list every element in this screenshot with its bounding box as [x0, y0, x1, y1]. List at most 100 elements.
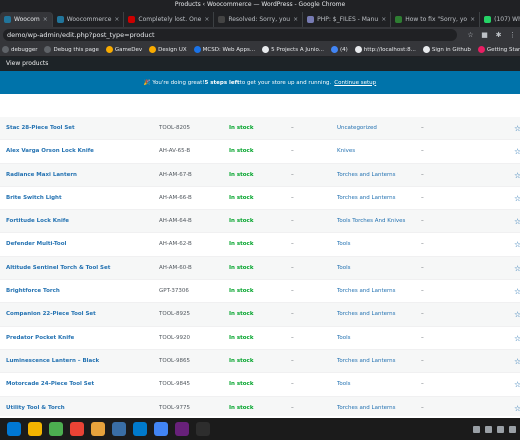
- stock-status: In stock: [229, 171, 254, 178]
- product-name-link[interactable]: Predator Pocket Knife: [6, 327, 74, 350]
- visual-studio-icon[interactable]: [175, 422, 189, 436]
- product-name-link[interactable]: Radiance Maxi Lantern: [6, 164, 77, 187]
- featured-star-icon[interactable]: ☆: [514, 187, 520, 210]
- folder-icon[interactable]: [91, 422, 105, 436]
- stock-status: In stock: [229, 404, 254, 411]
- product-category-link[interactable]: Tools: [337, 373, 351, 396]
- product-name-link[interactable]: Companion 22-Piece Tool Set: [6, 303, 96, 326]
- product-sku: TOOL-8205: [159, 125, 190, 131]
- product-name-link[interactable]: Motorcade 24-Piece Tool Set: [6, 373, 94, 396]
- product-name-link[interactable]: Defender Multi-Tool: [6, 233, 66, 256]
- file-explorer-icon[interactable]: [28, 422, 42, 436]
- bookmark-item[interactable]: MCSD: Web Apps...: [193, 46, 256, 53]
- setup-notice: 🎉 You're doing great! 5 steps left to ge…: [0, 71, 520, 94]
- continue-setup-link[interactable]: Continue setup: [334, 80, 376, 86]
- product-name-link[interactable]: Luminescence Lantern – Black: [6, 350, 99, 373]
- featured-star-icon[interactable]: ☆: [514, 210, 520, 233]
- volume-icon[interactable]: [485, 425, 492, 433]
- view-products-link[interactable]: View products: [6, 60, 48, 67]
- bookmark-item[interactable]: debugger: [2, 46, 37, 53]
- notification-icon[interactable]: [509, 425, 516, 433]
- product-name-link[interactable]: Alex Varga Orson Lock Knife: [6, 140, 94, 163]
- bookmarks-bar: debugger Debug this page GameDev Design UX M…: [0, 43, 520, 57]
- table-row: Motorcade 24-Piece Tool Set TOOL-9845 In s…: [0, 373, 520, 397]
- product-category-link[interactable]: Torches and Lanterns: [337, 303, 396, 326]
- url-field[interactable]: demo/wp-admin/edit.php?post_type=product: [3, 29, 457, 41]
- browser-tab[interactable]: How to fix "Sorry, yo ×: [391, 12, 481, 27]
- bookmark-icon: [193, 46, 201, 53]
- featured-star-icon[interactable]: ☆: [514, 397, 520, 416]
- app-icon-2[interactable]: [154, 422, 168, 436]
- product-category-link[interactable]: Torches and Lanterns: [337, 397, 396, 416]
- product-category-link[interactable]: Tools: [337, 327, 351, 350]
- terminal-icon[interactable]: [196, 422, 210, 436]
- product-list: Stac 28-Piece Tool Set TOOL-8205 In stock –…: [0, 117, 520, 416]
- product-category-link[interactable]: Tools Torches And Knives: [337, 210, 405, 233]
- featured-star-icon[interactable]: ☆: [514, 164, 520, 187]
- browser-tab[interactable]: Resolved: Sorry, you ×: [214, 12, 304, 27]
- bookmark-star-icon[interactable]: ☆: [466, 31, 475, 40]
- chrome-icon-2[interactable]: [70, 422, 84, 436]
- featured-star-icon[interactable]: ☆: [514, 373, 520, 396]
- tab-close-icon[interactable]: ×: [43, 16, 48, 23]
- product-category-link[interactable]: Torches and Lanterns: [337, 187, 396, 210]
- featured-star-icon[interactable]: ☆: [514, 327, 520, 350]
- product-category-link[interactable]: Torches and Lanterns: [337, 164, 396, 187]
- chrome-icon[interactable]: [49, 422, 63, 436]
- product-tags: –: [421, 148, 424, 155]
- bookmark-item[interactable]: 5 Projects A Junio...: [262, 46, 324, 53]
- product-name-link[interactable]: Brite Switch Light: [6, 187, 62, 210]
- extension-icon[interactable]: ■: [480, 31, 489, 40]
- app-icon[interactable]: [112, 422, 126, 436]
- product-category-link[interactable]: Torches and Lanterns: [337, 280, 396, 303]
- product-category-link[interactable]: Knives: [337, 140, 355, 163]
- bookmark-item[interactable]: (4): [330, 46, 348, 53]
- product-name-link[interactable]: Utility Tool & Torch: [6, 397, 65, 416]
- featured-star-icon[interactable]: ☆: [514, 303, 520, 326]
- bookmark-item[interactable]: GameDev: [105, 46, 142, 53]
- product-name-link[interactable]: Fortitude Lock Knife: [6, 210, 69, 233]
- bookmark-item[interactable]: Debug this page: [44, 46, 99, 53]
- browser-tab[interactable]: PHP: $_FILES - Manu ×: [303, 12, 392, 27]
- product-category-link[interactable]: Tools: [337, 257, 351, 280]
- windows-start-icon[interactable]: [7, 422, 21, 436]
- product-sku: TOOL-9845: [159, 381, 190, 388]
- product-category-link[interactable]: Tools: [337, 233, 351, 256]
- browser-tab[interactable]: Woocom ×: [0, 12, 53, 27]
- product-price: –: [291, 404, 294, 411]
- battery-icon[interactable]: [497, 425, 504, 433]
- featured-star-icon[interactable]: ☆: [514, 233, 520, 256]
- featured-star-icon[interactable]: ☆: [514, 140, 520, 163]
- tab-close-icon[interactable]: ×: [114, 16, 119, 23]
- featured-star-icon[interactable]: ☆: [514, 257, 520, 280]
- tab-close-icon[interactable]: ×: [293, 16, 298, 23]
- tab-label: (107) WhatsApp: [494, 16, 520, 23]
- stock-status: In stock: [229, 334, 254, 341]
- featured-star-icon[interactable]: ☆: [514, 117, 520, 140]
- bookmark-label: (4): [339, 46, 348, 53]
- network-icon[interactable]: [473, 425, 480, 433]
- bookmark-item[interactable]: http://localhost:8...: [354, 46, 416, 53]
- bookmark-label: MCSD: Web Apps...: [202, 46, 256, 53]
- product-category-link[interactable]: Uncategorized: [337, 117, 377, 140]
- bookmark-item[interactable]: Sign in Github: [422, 46, 471, 53]
- product-category-link[interactable]: Torches and Lanterns: [337, 350, 396, 373]
- bookmark-item[interactable]: Design UX: [149, 46, 187, 53]
- product-name-link[interactable]: Altitude Sentinel Torch & Tool Set: [6, 257, 110, 280]
- product-name-link[interactable]: Brightforce Torch: [6, 280, 60, 303]
- bookmark-item[interactable]: Getting Started: [477, 46, 520, 53]
- browser-tab[interactable]: Woocommerce ×: [53, 12, 125, 27]
- product-tags: –: [421, 194, 424, 201]
- vscode-icon[interactable]: [133, 422, 147, 436]
- tab-close-icon[interactable]: ×: [204, 16, 209, 23]
- tab-favicon-icon: [218, 16, 226, 23]
- tab-close-icon[interactable]: ×: [381, 16, 386, 23]
- product-name-link[interactable]: Stac 28-Piece Tool Set: [6, 117, 75, 140]
- tab-close-icon[interactable]: ×: [470, 16, 475, 23]
- featured-star-icon[interactable]: ☆: [514, 280, 520, 303]
- extensions-puzzle-icon[interactable]: ✱: [494, 31, 503, 40]
- menu-icon[interactable]: ⋮: [508, 31, 517, 40]
- featured-star-icon[interactable]: ☆: [514, 350, 520, 373]
- browser-tab[interactable]: (107) WhatsApp×: [480, 12, 520, 27]
- browser-tab[interactable]: Completely lost. One ×: [124, 12, 215, 27]
